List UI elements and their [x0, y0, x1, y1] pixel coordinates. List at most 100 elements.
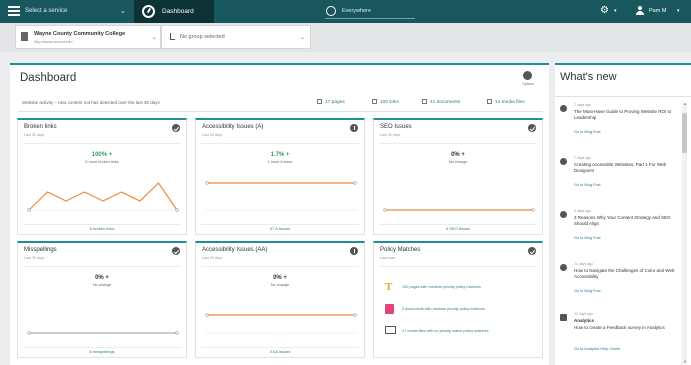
news-date: 9 days ago [574, 209, 592, 213]
policy-match-item[interactable]: 2 documents with medium priority policy … [380, 304, 538, 318]
group-select[interactable]: No group selected ⌄ [161, 25, 311, 49]
group-select-placeholder: No group selected [180, 34, 225, 40]
chart-point [175, 331, 179, 335]
news-item: 21 days ago How to Navigate the Challeng… [560, 262, 678, 302]
news-date: 7 days ago [574, 103, 592, 107]
user-icon[interactable] [636, 6, 644, 16]
news-link[interactable]: Go to Blog Post [574, 289, 601, 293]
news-link[interactable]: Go to Blog Post [574, 236, 601, 240]
chevron-down-icon[interactable]: ▾ [677, 8, 680, 14]
card-title: Policy Matches [380, 247, 421, 253]
divider [23, 224, 181, 225]
user-menu[interactable]: Pam M [649, 8, 666, 14]
misspellings-chart [27, 331, 179, 335]
divider [23, 347, 181, 348]
policy-match-text: 17 media files with no priority match po… [402, 329, 489, 333]
chart-point [27, 331, 31, 335]
card-subtitle: Last 30 days [24, 256, 45, 260]
chart-series-line [28, 182, 178, 211]
dashboard-tab[interactable]: Dashboard [134, 0, 214, 23]
card-description: No change [270, 283, 290, 287]
document-icon [385, 304, 394, 314]
chevron-down-icon[interactable]: ⌄ [120, 7, 126, 15]
options-label[interactable]: Options [516, 82, 540, 86]
card-link[interactable]: 6 misspellings [18, 349, 186, 354]
policy-match-item[interactable]: 17 media files with no priority match po… [380, 326, 538, 340]
top-navigation-bar: Select a service ⌄ Dashboard Everywhere … [0, 0, 691, 23]
info-icon [350, 124, 358, 132]
card-link[interactable]: 57 A issues [196, 226, 364, 231]
news-item: 7 days ago Creating Accessible Websites,… [560, 156, 678, 196]
search-underline [325, 18, 415, 19]
search-input[interactable]: Everywhere [342, 8, 371, 14]
stat-label: 12 media files [495, 100, 525, 105]
chevron-down-icon[interactable]: ⌄ [300, 34, 305, 41]
search-icon[interactable] [326, 6, 336, 16]
divider [18, 111, 543, 112]
card-subtitle: Last 30 days [202, 133, 223, 137]
chevron-down-icon[interactable]: ▾ [614, 8, 617, 14]
document-icon [422, 99, 427, 104]
whats-new-title: What's new [560, 71, 617, 83]
blog-icon [560, 105, 567, 112]
dashboard-tab-label: Dashboard [162, 8, 194, 15]
divider [555, 96, 691, 97]
news-link[interactable]: Go to Blog Post [574, 183, 601, 187]
card-description: 6 more broken links [85, 160, 119, 164]
hamburger-menu-icon[interactable] [8, 6, 20, 16]
building-icon [21, 32, 28, 41]
card-policy-matches: Policy Matches Last scan T 100 pages wit… [373, 241, 543, 358]
service-select[interactable]: Select a service [25, 8, 67, 14]
stat-media[interactable]: 12 media files [487, 99, 525, 105]
check-icon [172, 124, 180, 132]
page-title: Dashboard [20, 72, 77, 84]
news-date: 21 days ago [574, 262, 594, 266]
news-title: How to Navigate the Challenges of Color … [574, 268, 675, 279]
card-title: Accessibility Issues (AA) [202, 247, 268, 253]
card-description: 1 more A issue [267, 160, 293, 164]
stat-label: 41 documents [430, 100, 461, 105]
card-subtitle: Last 30 days [380, 133, 401, 137]
chart-point [205, 181, 209, 185]
card-misspellings: Misspellings Last 30 days 0% + No change… [17, 241, 187, 358]
stat-label: 100 links [380, 100, 399, 105]
card-title: SEO Issues [380, 124, 412, 130]
scrollbar-thumb[interactable] [682, 113, 687, 153]
news-link[interactable]: Go to Blog Post [574, 130, 601, 134]
media-icon [487, 99, 492, 104]
card-seo-issues: SEO Issues Last 30 days 0% + No change 6… [373, 118, 543, 235]
card-value: 0% + [273, 275, 287, 281]
text-icon: T [385, 281, 393, 293]
page-icon [317, 99, 322, 104]
stat-label: 17 pages [325, 100, 345, 105]
media-icon [385, 326, 396, 334]
chevron-down-icon[interactable]: ⌄ [152, 34, 157, 41]
divider [201, 266, 359, 267]
stat-documents[interactable]: 41 documents [422, 99, 460, 105]
organization-select[interactable]: Wayne County Community College http://ww… [15, 25, 161, 49]
divider [201, 224, 359, 225]
card-link[interactable]: 3 AA issues [196, 349, 364, 354]
chart-point [531, 208, 535, 212]
seo-issues-chart [383, 208, 535, 212]
card-value: 100% + [91, 152, 113, 158]
scroll-up-icon[interactable]: ▲ [683, 101, 687, 106]
card-accessibility-a: Accessibility Issues (A) Last 30 days 1.… [195, 118, 365, 235]
card-link[interactable]: 6 broken links [18, 226, 186, 231]
card-link[interactable]: 6 SEO issues [374, 226, 542, 231]
chart-point [27, 208, 31, 212]
policy-match-item[interactable]: T 100 pages with medium priority policy … [380, 282, 538, 296]
news-link[interactable]: Go to Analytics Help Center [574, 347, 621, 351]
activity-summary: Website activity – new content not has d… [22, 100, 160, 105]
news-title: The Must-Have Guide to Proving Website R… [574, 109, 672, 120]
stat-links[interactable]: 100 links [372, 99, 399, 105]
scroll-down-icon[interactable]: ▼ [683, 359, 687, 364]
card-value: 0% + [451, 152, 465, 158]
chart-point [353, 181, 357, 185]
accessibility-aa-chart [205, 313, 357, 334]
options-icon[interactable] [523, 71, 532, 80]
gear-icon[interactable]: ⚙ [600, 5, 609, 17]
whats-new-panel: What's new 7 days ago The Must-Have Guid… [555, 63, 691, 365]
stat-pages[interactable]: 17 pages [317, 99, 345, 105]
card-title: Broken links [24, 124, 57, 130]
